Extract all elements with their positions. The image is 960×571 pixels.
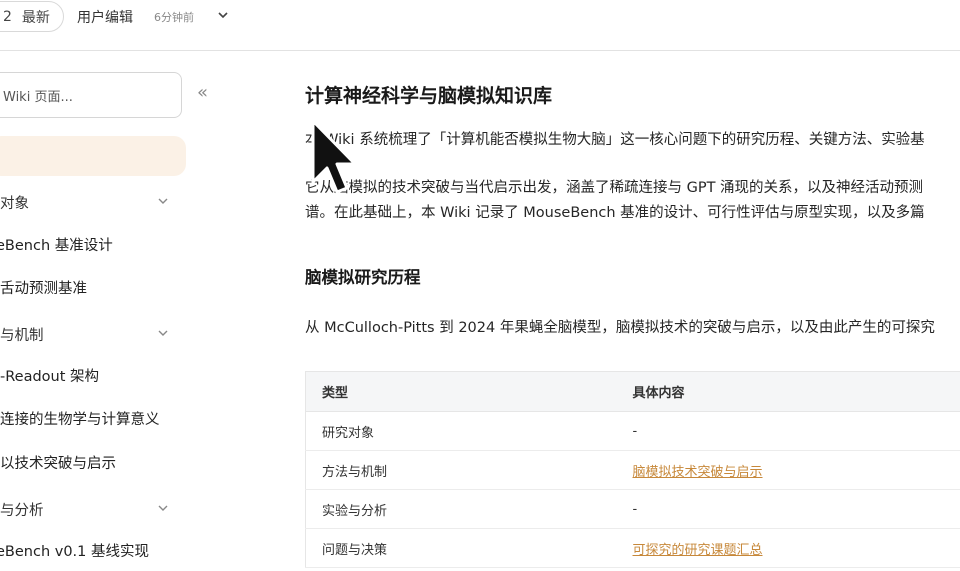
row-content-link[interactable]: 脑模拟技术突破与启示 (633, 465, 763, 480)
row-content: - (616, 411, 960, 451)
column-header-content: 具体内容 (616, 371, 960, 412)
sidebar-group-methods[interactable]: 与机制 (0, 324, 44, 345)
column-header-type: 类型 (305, 371, 617, 412)
wiki-search-input[interactable]: Wiki 页面... (0, 72, 182, 118)
chevron-down-icon[interactable] (216, 8, 230, 22)
overview-paragraph-line2: 谱。在此基础上，本 Wiki 记录了 MouseBench 基准的设计、可行性评… (305, 205, 925, 221)
row-type: 问题与决策 (305, 528, 617, 568)
content-table: 类型 具体内容 研究对象 - 方法与机制 脑模拟技术突破与启示 实验与分析 - … (305, 371, 960, 568)
edit-time: 6分钟前 (154, 11, 194, 24)
section-title: 脑模拟研究历程 (305, 268, 421, 287)
chevron-down-icon[interactable] (157, 327, 169, 339)
sidebar-item-baseline[interactable]: eBench v0.1 基线实现 (0, 540, 149, 561)
row-content: - (616, 489, 960, 529)
overview-paragraph-line1: 它从脑模拟的技术突破与当代启示出发，涵盖了稀疏连接与 GPT 涌现的关系，以及神… (305, 180, 924, 196)
row-content-link[interactable]: 可探究的研究课题汇总 (633, 543, 763, 558)
mouse-cursor-icon (311, 119, 357, 194)
table-row: 问题与决策 可探究的研究课题汇总 (305, 528, 960, 568)
row-type: 实验与分析 (305, 489, 617, 529)
sidebar-item-tech-breakthrough[interactable]: 以技术突破与启示 (0, 452, 116, 473)
double-chevron-left-icon[interactable]: « (197, 82, 208, 103)
table-header-row: 类型 具体内容 (305, 371, 960, 412)
section-paragraph: 从 McCulloch-Pitts 到 2024 年果蝇全脑模型，脑模拟技术的突… (305, 320, 935, 336)
intro-paragraph: 本 Wiki 系统梳理了「计算机能否模拟生物大脑」这一核心问题下的研究历程、关键… (305, 132, 925, 148)
editor-label: 用户编辑 (77, 10, 133, 26)
table-row: 方法与机制 脑模拟技术突破与启示 (305, 450, 960, 490)
sidebar-group-objects[interactable]: 对象 (0, 192, 29, 213)
chevron-down-icon[interactable] (157, 195, 169, 207)
table-row: 实验与分析 - (305, 489, 960, 529)
chevron-down-icon[interactable] (157, 502, 169, 514)
sidebar-item-sparse-connection[interactable]: 连接的生物学与计算意义 (0, 408, 160, 429)
sidebar-item-active[interactable] (0, 136, 186, 176)
top-bar: 2 最新 用户编辑 6分钟前 (0, 0, 960, 51)
row-type: 方法与机制 (305, 450, 617, 490)
page-title: 计算神经科学与脑模拟知识库 (305, 85, 553, 107)
table-row: 研究对象 - (305, 411, 960, 451)
row-type: 研究对象 (305, 411, 617, 451)
sidebar-item-activity-prediction[interactable]: 舌动预测基准 (0, 277, 87, 298)
sidebar-item-readout[interactable]: -Readout 架构 (0, 365, 99, 386)
sidebar-item-mousebench-design[interactable]: eBench 基准设计 (0, 234, 113, 255)
version-number: 2 (3, 8, 12, 25)
search-placeholder: Wiki 页面... (3, 89, 73, 105)
sidebar: Wiki 页面... « 对象 eBench 基准设计 舌动预测基准 与机制 -… (0, 52, 250, 571)
main-content: 计算神经科学与脑模拟知识库 本 Wiki 系统梳理了「计算机能否模拟生物大脑」这… (305, 52, 960, 571)
version-selector[interactable]: 2 最新 (0, 1, 64, 32)
version-tag: 最新 (21, 9, 50, 26)
sidebar-group-experiments[interactable]: 与分析 (0, 499, 44, 520)
